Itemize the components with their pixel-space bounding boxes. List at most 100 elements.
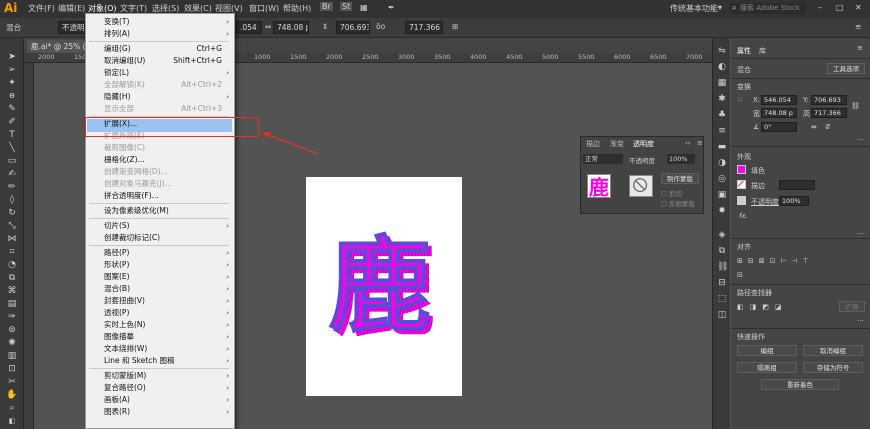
height-field[interactable]: 717.366 [811,108,847,118]
opacity-field[interactable]: 不透明度 [58,21,86,34]
align-panel-icon[interactable]: ⊟ [717,278,727,288]
brush-icon[interactable]: ✒ [388,3,395,12]
workspace-switcher[interactable]: 传统基本功能 [670,3,718,14]
selection-tool-icon[interactable]: ➤ [6,52,18,62]
menu-item[interactable]: 复合路径(O) › [86,382,234,394]
clip-checkbox[interactable]: ☐ 剪切 [661,188,682,198]
transform-panel-icon[interactable]: ⬚ [717,294,727,304]
group-button[interactable]: 编组 [737,345,797,356]
menu-item[interactable]: 图案(E) › [86,271,234,283]
menu-item[interactable]: 图表(R) › [86,406,234,418]
gradient-panel-icon[interactable]: ▬ [717,142,727,152]
y-field[interactable]: 706.693 [336,21,370,34]
flip-horizontal-icon[interactable]: ⇹ [811,123,817,131]
rectangle-tool-icon[interactable]: ▭ [6,156,18,166]
fill-stroke-swatch-icon[interactable]: ◧ [6,416,18,426]
zoom-tool-icon[interactable]: ⌕ [6,403,18,413]
menu-help[interactable]: 帮助(H) [283,3,311,14]
paintbrush-icon[interactable]: ✍ [6,169,18,179]
menu-item[interactable]: 变换(T) › [86,16,234,28]
menu-item[interactable]: 拼合透明度(F)... [86,190,234,202]
menu-item[interactable]: 文本绕排(W) › [86,343,234,355]
align-buttons[interactable]: ⊞⊟⊠⊡⊢⊣⊤ [737,257,814,265]
menu-item[interactable]: 剪切蒙版(M) › [86,370,234,382]
graph-tool-icon[interactable]: ▥ [6,351,18,361]
menu-item[interactable]: 排列(A) › [86,28,234,40]
pathfinder-buttons[interactable]: ◧◨◩◪ [737,303,787,311]
hand-tool-icon[interactable]: ✋ [6,390,18,400]
stock-icon[interactable]: St [340,2,353,11]
artboards-panel-icon[interactable]: ⧉ [717,246,727,256]
pen-tool-icon[interactable]: ✎ [6,104,18,114]
tool-options-button[interactable]: 工具选项 [827,63,865,74]
reference-point-icon[interactable]: ⁙ [737,96,743,104]
menu-item[interactable]: 图像描摹 › [86,331,234,343]
panel-menu-icon[interactable]: ≡ [857,44,863,52]
menu-item[interactable]: 形状(P) › [86,259,234,271]
menu-item[interactable]: 栅格化(Z)... [86,154,234,166]
menu-item[interactable]: 封套扭曲(V) › [86,295,234,307]
transparency-panel-icon[interactable]: ◑ [717,158,727,168]
fx-icon[interactable]: ✸ [717,206,727,216]
menu-item[interactable]: 显示全部 Alt+Ctrl+3 [86,103,234,115]
slice-tool-icon[interactable]: ✂ [6,377,18,387]
panel-menu-icon[interactable]: ≡ [855,22,861,31]
links-panel-icon[interactable]: ⛓ [717,262,728,272]
more-options-icon[interactable]: … [857,315,864,323]
menu-item[interactable]: 创建渐变网格(D)... [86,166,234,178]
menu-item[interactable]: 画板(A) › [86,394,234,406]
link-icon[interactable]: ōο [376,22,385,31]
save-as-symbol-button[interactable]: 存储为符号 [803,362,863,373]
panel-collapse-icon[interactable]: ›› [685,139,691,147]
tab-properties[interactable]: 属性 [737,46,751,56]
close-icon[interactable]: ✕ [855,3,862,12]
tab-transparency[interactable]: 透明度 [633,139,654,149]
magic-wand-icon[interactable]: ✦ [6,78,18,88]
stroke-weight-field[interactable] [779,180,815,190]
opacity-field[interactable]: 100% [779,196,809,206]
tab-gradient[interactable]: 渐变 [610,139,624,149]
align-to-icon[interactable]: ⊟ [737,271,748,279]
menu-item[interactable]: 路径(P) › [86,247,234,259]
more-options-icon[interactable]: … [857,134,864,142]
tab-libraries[interactable]: 库 [759,46,766,56]
scale-tool-icon[interactable]: ⤡ [6,221,18,231]
menu-item[interactable]: 编组(G) Ctrl+G [86,43,234,55]
fx-button[interactable]: fx. [739,212,748,220]
menu-item[interactable]: 实时上色(N) › [86,319,234,331]
graphic-styles-icon[interactable]: ▣ [717,190,727,200]
chevron-down-icon[interactable]: ▾ [718,3,722,12]
blend-artwork[interactable]: 鹿 鹿 [326,226,442,336]
width-tool-icon[interactable]: ⋈ [6,234,18,244]
fill-swatch[interactable] [737,165,746,174]
menu-item[interactable]: 切片(S) › [86,220,234,232]
menu-item[interactable]: 创建裁切标记(C) [86,232,234,244]
shape-builder-icon[interactable]: ◔ [6,260,18,270]
isolate-group-button[interactable]: 隔离组 [737,362,797,373]
flip-vertical-icon[interactable]: ⇵ [825,123,831,131]
x-field[interactable]: .054 [236,21,262,34]
menu-item[interactable]: 透视(P) › [86,307,234,319]
x-field[interactable]: 546.054 [761,95,797,105]
perspective-icon[interactable]: ⧉ [6,273,18,283]
invert-mask-checkbox[interactable]: ☐ 反相蒙版 [661,198,695,208]
rotate-tool-icon[interactable]: ↻ [6,208,18,218]
symbol-sprayer-icon[interactable]: ✺ [6,338,18,348]
grid-icon[interactable]: ▦ [360,3,368,12]
menu-item[interactable]: 锁定(L) › [86,67,234,79]
opacity-label[interactable]: 不透明度 [751,197,779,207]
color-panel-icon[interactable]: ◐ [717,62,727,72]
panel-menu-icon[interactable]: ≡ [697,139,703,147]
width-field[interactable]: 748.08 p [761,108,797,118]
menu-item[interactable]: 取消编组(U) Shift+Ctrl+G [86,55,234,67]
curvature-icon[interactable]: ✐ [6,117,18,127]
menu-item[interactable]: 裁剪图像(C) [86,142,234,154]
menu-item[interactable]: 全部解锁(K) Alt+Ctrl+2 [86,79,234,91]
recolor-button[interactable]: 重新着色 [761,379,839,390]
ungroup-button[interactable]: 取消编组 [803,345,863,356]
blend-tool-icon[interactable]: ⊚ [6,325,18,335]
menu-item[interactable]: 设为像素级优化(M) [86,205,234,217]
free-transform-icon[interactable]: ⌗ [6,247,18,257]
menu-item[interactable]: 隐藏(H) › [86,91,234,103]
menu-window[interactable]: 窗口(W) [249,3,279,14]
